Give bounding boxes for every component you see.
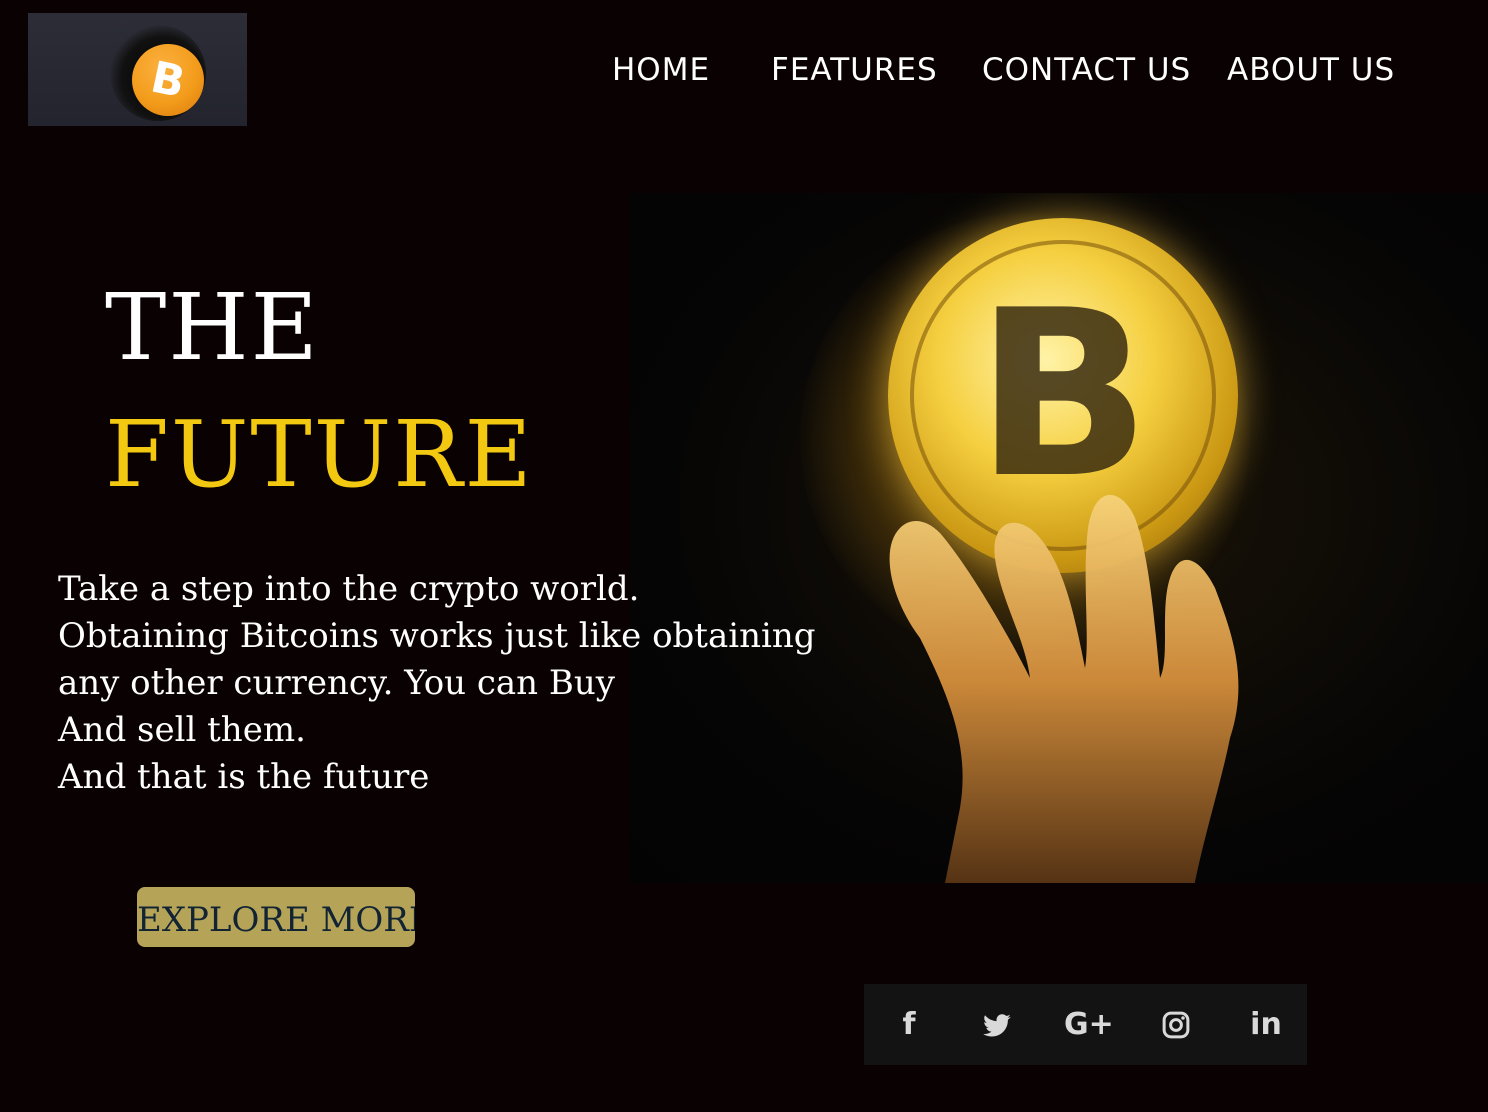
social-links-bar: f G+ in	[864, 984, 1307, 1065]
facebook-icon[interactable]: f	[894, 1006, 924, 1044]
explore-more-button[interactable]: EXPLORE MORE	[137, 887, 415, 947]
google-plus-icon[interactable]: G+	[1064, 1006, 1114, 1044]
main-nav: HOME FEATURES CONTACT US ABOUT US	[0, 48, 1488, 96]
hero-title-the: THE	[105, 274, 320, 381]
hero-description: Take a step into the crypto world. Obtai…	[58, 566, 818, 801]
nav-about-us-link[interactable]: ABOUT US	[1227, 48, 1395, 92]
description-line: any other currency. You can Buy	[58, 663, 615, 703]
description-line: Obtaining Bitcoins works just like obtai…	[58, 616, 816, 656]
description-line: And sell them.	[58, 710, 306, 750]
twitter-icon[interactable]	[982, 1006, 1012, 1044]
hand-illustration	[889, 494, 1239, 883]
nav-features-link[interactable]: FEATURES	[771, 48, 938, 92]
instagram-icon[interactable]	[1161, 1006, 1193, 1044]
linkedin-icon[interactable]: in	[1248, 1006, 1284, 1044]
description-line: Take a step into the crypto world.	[58, 569, 640, 609]
nav-home-link[interactable]: HOME	[612, 48, 710, 92]
description-line: And that is the future	[58, 757, 430, 797]
nav-contact-us-link[interactable]: CONTACT US	[982, 48, 1191, 92]
hero-title-future: FUTURE	[105, 401, 534, 508]
